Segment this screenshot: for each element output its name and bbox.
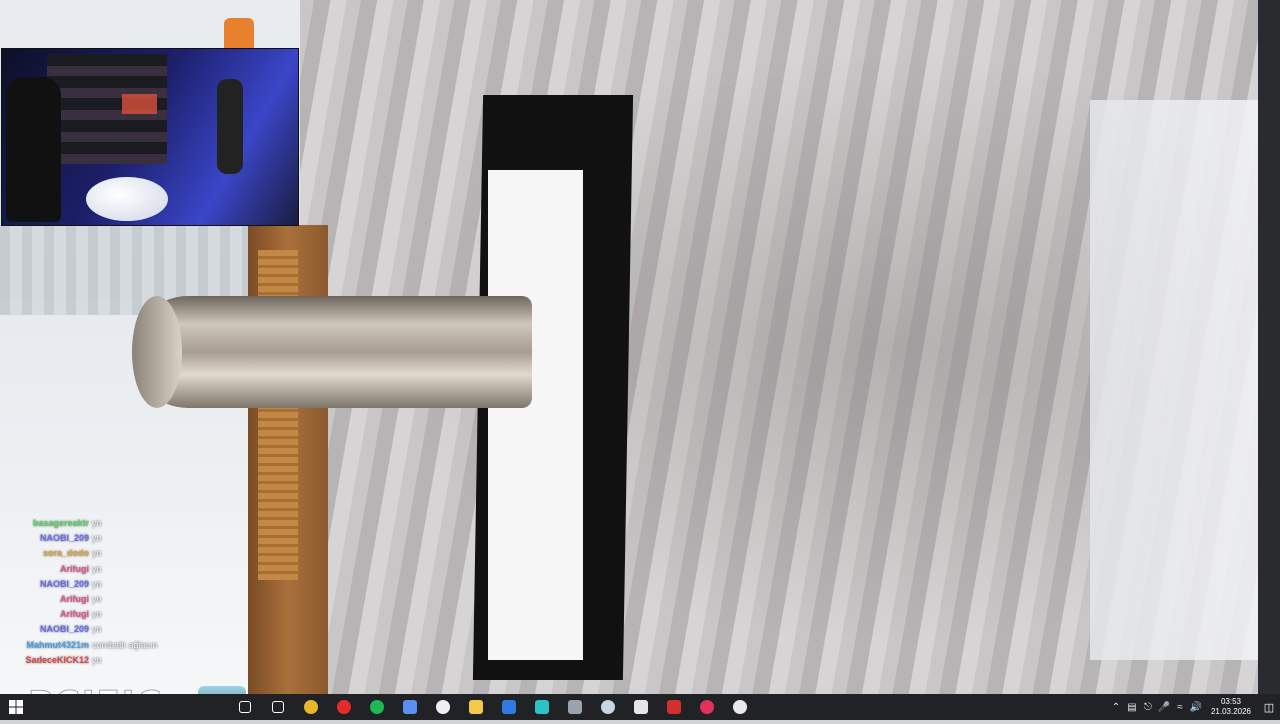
chat-username: NAOBI_209 (39, 624, 89, 635)
chat-message: NAOBI_209 yo (0, 533, 190, 548)
taskbar-epic-games-button[interactable] (628, 694, 654, 720)
steam-icon (601, 700, 615, 714)
webcam-overlay (1, 48, 299, 226)
taskbar-chrome-button[interactable] (298, 694, 324, 720)
calculator-icon (568, 700, 582, 714)
taskbar-opera-button[interactable] (331, 694, 357, 720)
notification-icon[interactable]: ◫ (1258, 701, 1280, 714)
chat-message: Mahmut4321m combatlı ağlasın (0, 640, 190, 655)
chat-message: basagereaktr yo (0, 518, 190, 533)
opera-icon (337, 700, 351, 714)
taskbar-spotify-button[interactable] (364, 694, 390, 720)
plastic-sheet (1090, 100, 1270, 660)
chat-text: yo (92, 609, 102, 620)
taskbar-calculator-button[interactable] (562, 694, 588, 720)
webcam-guitar (217, 79, 243, 174)
taskbar-obs-button[interactable] (727, 694, 753, 720)
chat-text: yo (92, 654, 102, 665)
taskbar-file-explorer-button[interactable] (463, 694, 489, 720)
chat-text: yo (92, 578, 102, 589)
taskbar-apps (32, 694, 760, 720)
chimney-pipe (132, 296, 532, 408)
taskbar-search-button[interactable] (232, 694, 258, 720)
chat-overlay: basagereaktr yo NAOBI_209 yo sora_dodo yo Arif… (0, 518, 190, 670)
chat-username: SadeceKICK12 (25, 654, 89, 665)
chat-message: Arifugi yo (0, 594, 190, 609)
taskbar: ⌃ ▤ ⎋ 🎤 ≈ 🔊 03:53 21.03.2026 ◫ (0, 694, 1280, 720)
orange-lamp (224, 18, 254, 48)
chat-text: yo (92, 548, 102, 559)
wifi-icon[interactable]: ≈ (1172, 702, 1188, 713)
chat-username: Mahmut4321m (26, 639, 89, 650)
chat-username: NAOBI_209 (39, 533, 89, 544)
epic-icon (634, 700, 648, 714)
microphone-icon[interactable]: 🎤 (1156, 702, 1172, 713)
taskbar-github-button[interactable] (430, 694, 456, 720)
droplet-icon (403, 700, 417, 714)
chimney-pipe-end (132, 296, 182, 408)
webcam-chair (6, 77, 61, 222)
clock-date: 21.03.2026 (1210, 707, 1252, 716)
chat-message: NAOBI_209 yo (0, 579, 190, 594)
voicemeeter-icon (667, 700, 681, 714)
spotify-icon (370, 700, 384, 714)
taskbar-opera-gx-button[interactable] (694, 694, 720, 720)
chat-text: yo (92, 624, 102, 635)
chat-text: combatlı ağlasın (92, 639, 158, 650)
taskbar-voicemeeter-button[interactable] (661, 694, 687, 720)
puzzle-icon (535, 700, 549, 714)
outlook-icon (502, 700, 516, 714)
chat-message: Arifugi yo (0, 564, 190, 579)
taskbar-task-view-button[interactable] (265, 694, 291, 720)
system-tray: ⌃ ▤ ⎋ 🎤 ≈ 🔊 03:53 21.03.2026 ◫ (1108, 694, 1280, 720)
chat-username: Arifugi (60, 609, 89, 620)
webcam-cat (86, 177, 168, 221)
dark-edge (1258, 0, 1280, 694)
chat-username: sora_dodo (42, 548, 89, 559)
chevron-up-icon[interactable]: ⌃ (1108, 702, 1124, 713)
chat-username: basagereaktr (32, 518, 89, 528)
clock[interactable]: 03:53 21.03.2026 (1204, 697, 1258, 717)
chat-username: Arifugi (60, 593, 89, 604)
white-panel (488, 170, 583, 660)
chat-message: NAOBI_209 yo (0, 624, 190, 639)
folder-icon (469, 700, 483, 714)
webcam-light (122, 94, 157, 114)
chat-text: yo (92, 518, 102, 528)
taskbar-app-blue-button[interactable] (397, 694, 423, 720)
usb-icon[interactable]: ⎋ (1140, 702, 1156, 713)
network-icon[interactable]: ▤ (1124, 702, 1140, 713)
opera-gx-icon (700, 700, 714, 714)
speaker-icon[interactable]: 🔊 (1188, 702, 1204, 713)
taskbar-steam-button[interactable] (595, 694, 621, 720)
clock-time: 03:53 (1220, 697, 1242, 706)
obs-icon (733, 700, 747, 714)
chat-username: Arifugi (60, 563, 89, 574)
chat-message: sora_dodo yo (0, 548, 190, 563)
search-icon (239, 701, 251, 713)
chat-text: yo (92, 593, 102, 604)
chat-message: SadeceKICK12 yo (0, 655, 190, 670)
windows-icon (9, 700, 23, 714)
chrome-icon (304, 700, 318, 714)
start-button[interactable] (0, 694, 32, 720)
chat-text: yo (92, 533, 102, 544)
chat-username: NAOBI_209 (39, 578, 89, 589)
taskbar-app-teal-button[interactable] (529, 694, 555, 720)
chat-message: Arifugi yo (0, 609, 190, 624)
github-icon (436, 700, 450, 714)
chat-text: yo (92, 563, 102, 574)
task-view-icon (272, 701, 284, 713)
taskbar-outlook-button[interactable] (496, 694, 522, 720)
